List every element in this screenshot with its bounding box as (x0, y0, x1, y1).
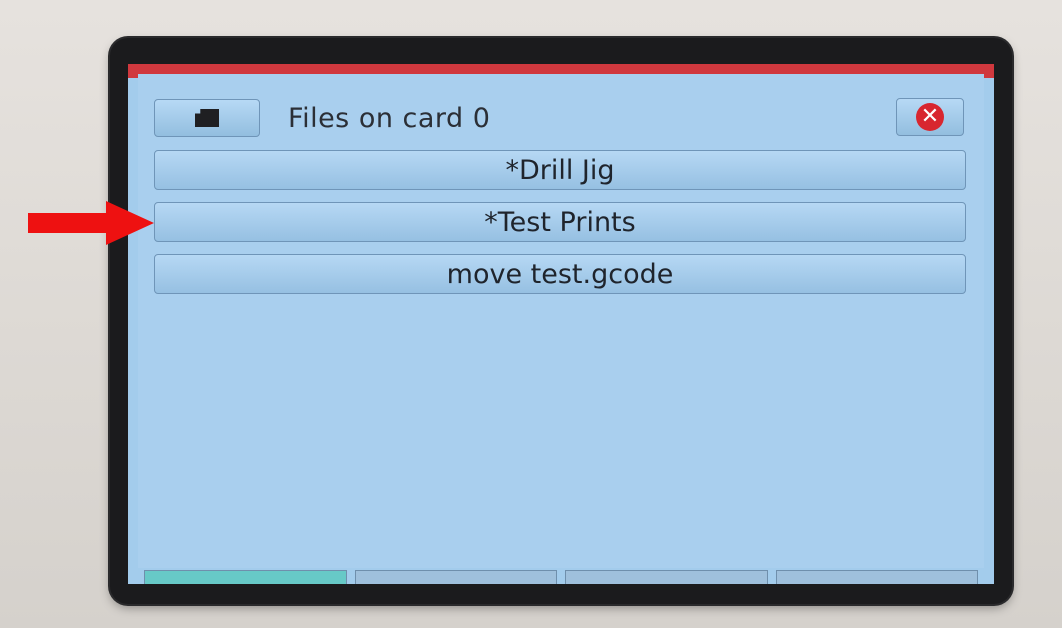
red-arrow-icon (28, 201, 154, 245)
close-button[interactable]: ✕ (896, 98, 964, 136)
file-item-move-test-gcode[interactable]: move test.gcode (154, 254, 966, 294)
touch-screen: Files on card 0 ✕ *Drill Jig *Test Print… (128, 64, 994, 584)
file-item-drill-jig[interactable]: *Drill Jig (154, 150, 966, 190)
sd-card-icon (195, 109, 219, 127)
dialog-title: Files on card 0 (288, 103, 491, 134)
tab-control[interactable] (144, 570, 347, 584)
device-body: Files on card 0 ✕ *Drill Jig *Test Print… (0, 0, 1062, 628)
tab-status[interactable] (354, 570, 557, 584)
close-icon: ✕ (916, 103, 944, 131)
background-tab-bar (144, 570, 978, 584)
tab-setup[interactable] (775, 570, 978, 584)
files-dialog: Files on card 0 ✕ *Drill Jig *Test Print… (138, 74, 984, 568)
tab-console[interactable] (565, 570, 768, 584)
file-list: *Drill Jig *Test Prints move test.gcode (154, 150, 966, 306)
sd-card-button[interactable] (154, 99, 260, 137)
file-item-test-prints[interactable]: *Test Prints (154, 202, 966, 242)
